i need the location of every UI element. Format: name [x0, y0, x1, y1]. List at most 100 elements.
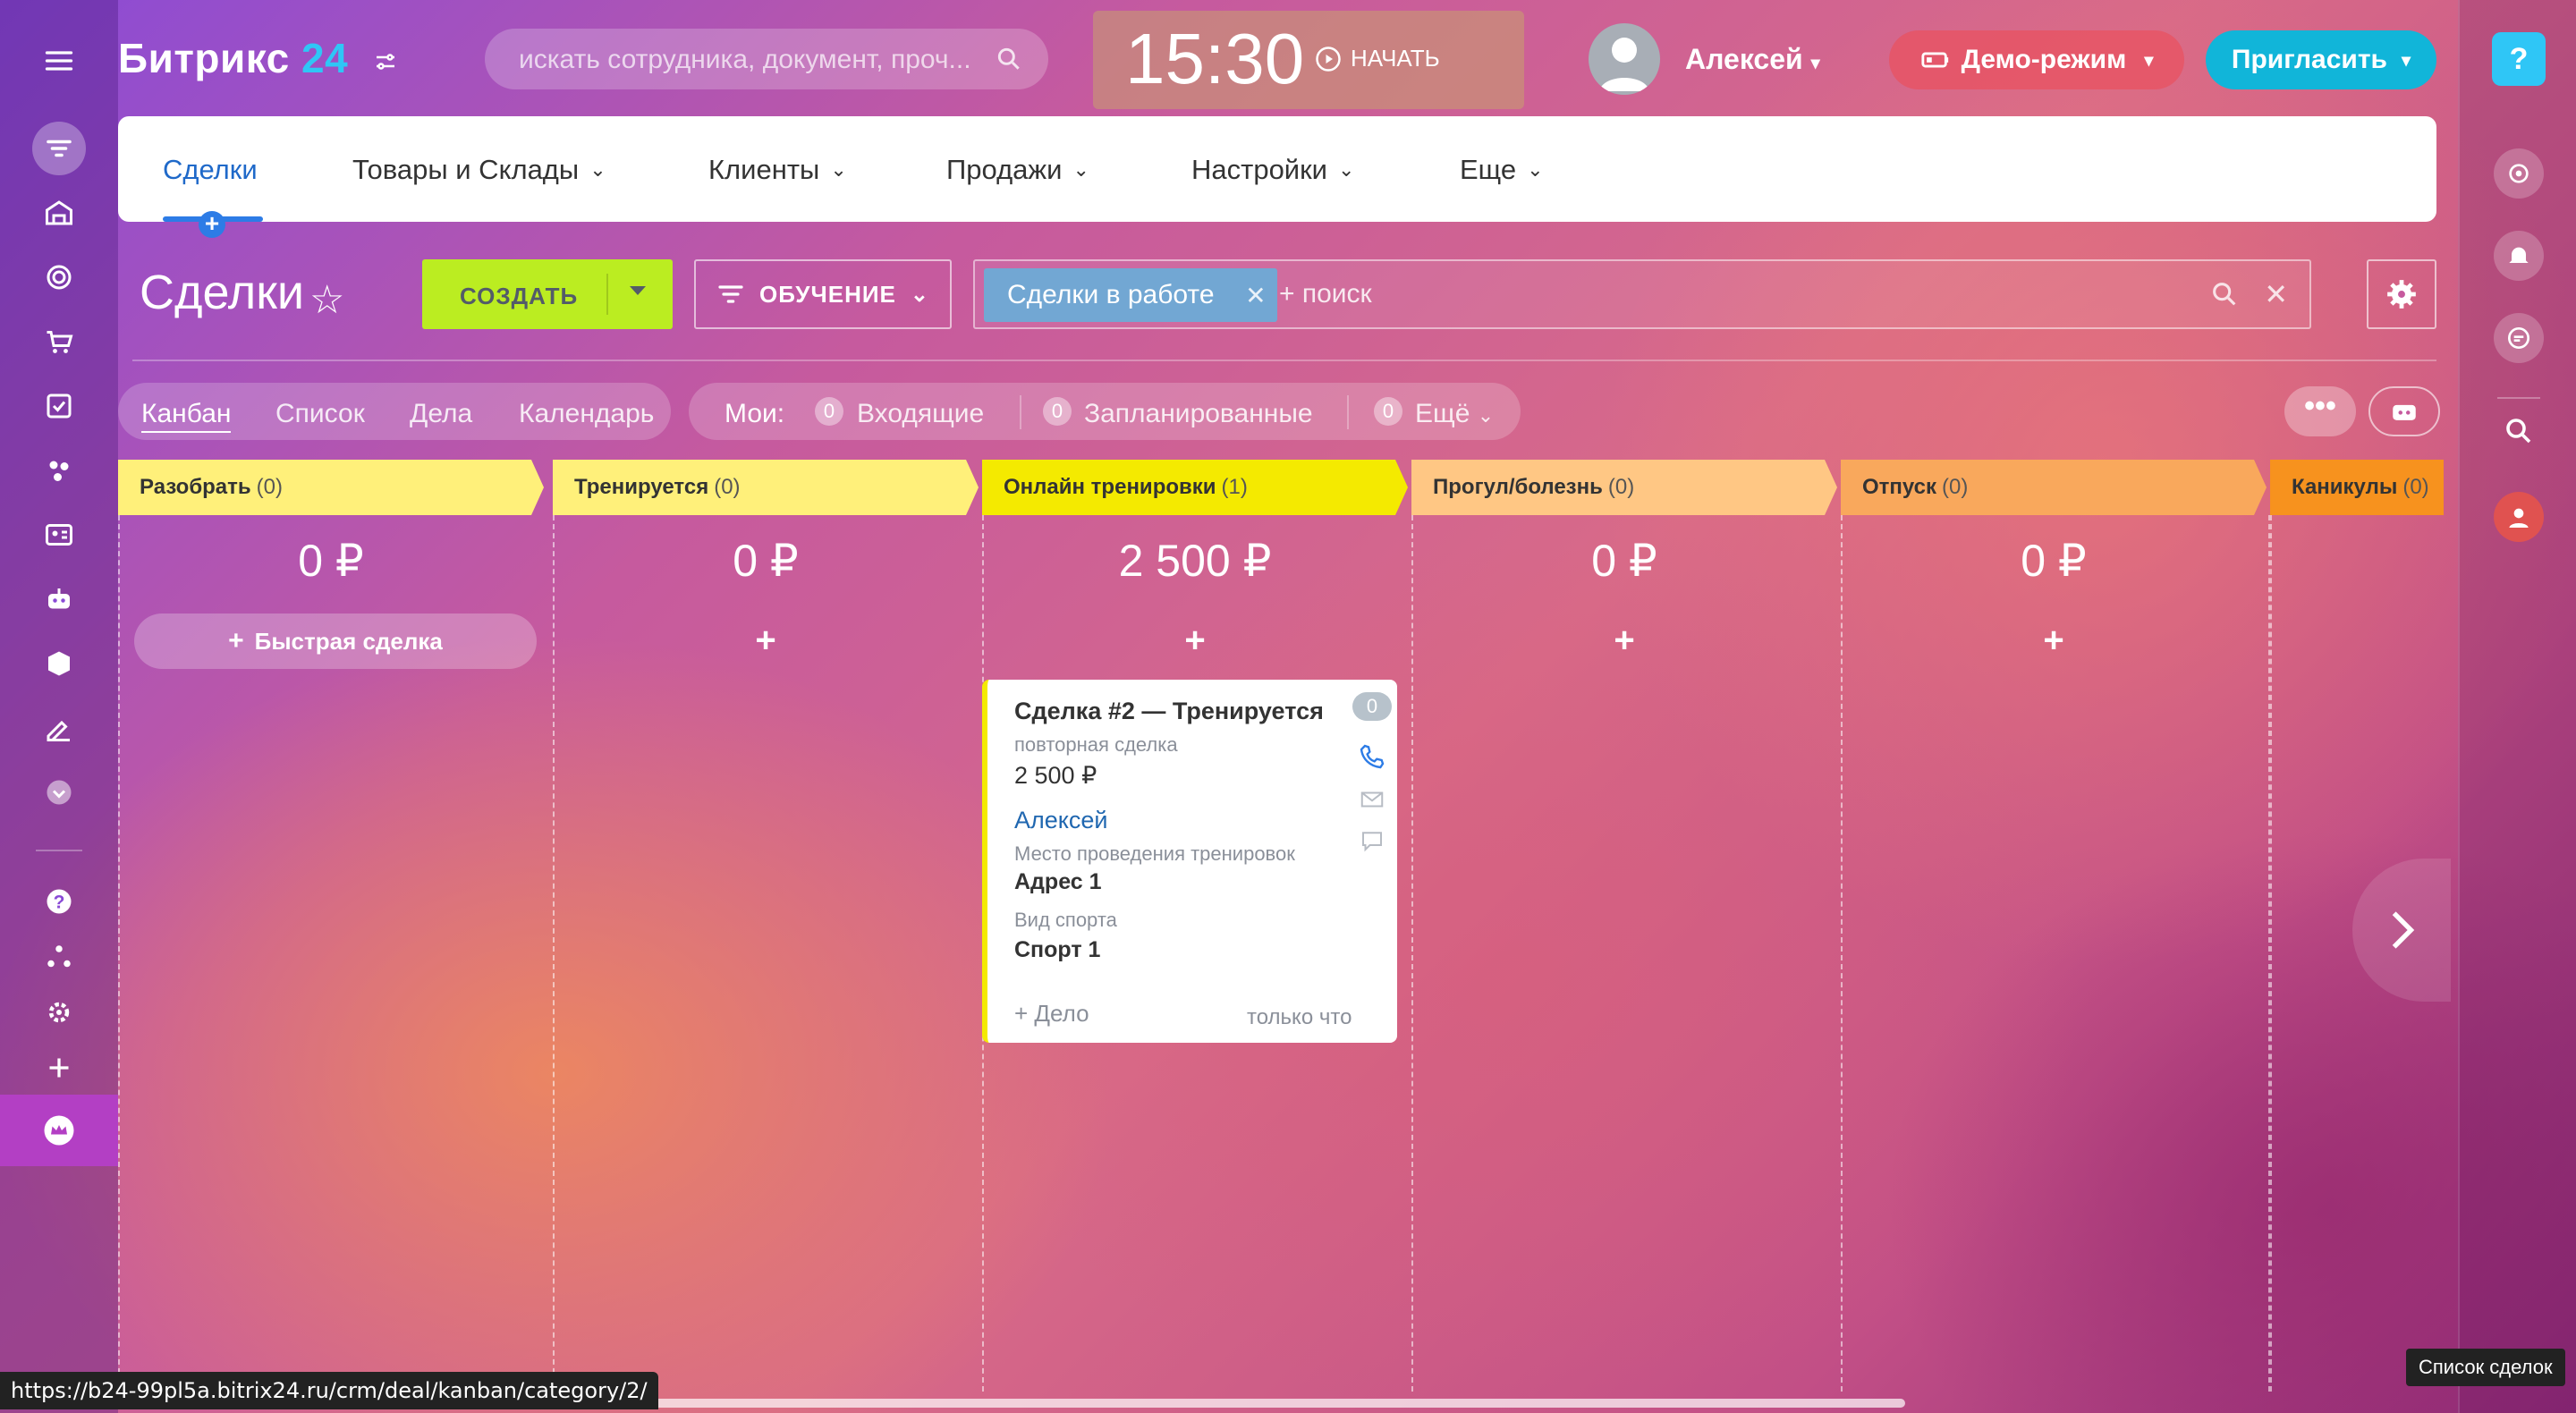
view-kanban[interactable]: Канбан — [141, 399, 232, 433]
start-workday-button[interactable]: НАЧАТЬ — [1315, 45, 1440, 72]
add-deal-button[interactable]: + — [1419, 621, 1830, 661]
more-down-icon[interactable] — [32, 766, 86, 819]
add-menu-item-button[interactable]: + — [199, 211, 225, 238]
chevron-down-icon: ⌄ — [1338, 158, 1355, 181]
deal-counter-badge: 0 — [1352, 692, 1392, 721]
menu-label: Товары и Склады — [352, 154, 580, 185]
chevron-down-icon[interactable] — [630, 286, 646, 295]
structure-icon[interactable] — [32, 930, 86, 984]
scroll-right-button[interactable] — [2352, 859, 2451, 1002]
user-avatar-icon[interactable] — [2494, 492, 2544, 542]
sync-icon[interactable] — [2494, 148, 2544, 199]
column-separator — [1411, 515, 1413, 1392]
horizontal-scrollbar[interactable] — [626, 1399, 1905, 1408]
view-calendar[interactable]: Календарь — [519, 399, 654, 429]
column-sum: 2 500 ₽ — [1118, 536, 1272, 586]
help-icon[interactable]: ? — [32, 875, 86, 928]
close-icon[interactable]: ✕ — [1245, 281, 1266, 310]
deal-contact[interactable]: Алексей — [1014, 807, 1108, 834]
box-icon[interactable] — [32, 637, 86, 690]
play-icon — [1316, 46, 1341, 72]
menu-item-products[interactable]: Товары и Склады ⌄ — [352, 154, 606, 186]
target-icon[interactable] — [32, 250, 86, 304]
counter-divider — [1020, 395, 1021, 429]
column-header[interactable]: Онлайн тренировки (1) — [982, 460, 1408, 515]
settings-button[interactable] — [2367, 259, 2436, 329]
star-icon[interactable]: ☆ — [309, 277, 344, 323]
counter-planned[interactable]: Запланированные — [1084, 399, 1313, 429]
invite-label: Пригласить — [2231, 45, 2388, 74]
more-options-button[interactable]: ••• — [2284, 386, 2356, 436]
deal-field1-label: Место проведения тренировок — [1014, 842, 1295, 865]
view-activities[interactable]: Дела — [410, 399, 472, 429]
chat-icon[interactable] — [2494, 313, 2544, 363]
add-icon[interactable] — [32, 1041, 86, 1095]
demo-mode-button[interactable]: Демо-режим ▾ — [1889, 30, 2184, 89]
contacts-icon[interactable] — [32, 508, 86, 562]
column-header[interactable]: Прогул/болезнь (0) — [1411, 460, 1837, 515]
global-search-input[interactable]: искать сотрудника, документ, проч... — [485, 29, 1048, 89]
help-button[interactable]: ? — [2492, 32, 2546, 86]
crown-icon[interactable] — [32, 1104, 86, 1157]
filter-search-input[interactable]: + поиск — [1279, 279, 1372, 309]
view-list[interactable]: Список — [275, 399, 365, 429]
filter-tag[interactable]: Сделки в работе ✕ — [984, 268, 1277, 322]
cart-icon[interactable] — [32, 315, 86, 368]
create-button[interactable]: СОЗДАТЬ — [422, 259, 673, 329]
deal-field1-value: Адрес 1 — [1014, 869, 1102, 894]
crm-funnel-icon[interactable] — [32, 122, 86, 175]
tooltip: Список сделок — [2406, 1349, 2565, 1386]
deal-time: только что — [1247, 1005, 1352, 1029]
search-icon[interactable] — [2497, 410, 2540, 453]
menu-item-more[interactable]: Еще ⌄ — [1460, 154, 1544, 186]
search-icon[interactable] — [2209, 279, 2240, 309]
search-icon — [997, 47, 1020, 70]
add-deal-button[interactable]: + — [560, 621, 971, 661]
robot-icon[interactable] — [32, 572, 86, 626]
column-separator — [2270, 515, 2272, 1392]
quick-deal-button[interactable]: + Быстрая сделка — [134, 613, 537, 669]
clear-icon[interactable]: ✕ — [2264, 277, 2288, 311]
filter-search-box[interactable]: Сделки в работе ✕ + поиск ✕ — [973, 259, 2311, 329]
menu-label: Сделки — [163, 154, 258, 185]
add-activity-link[interactable]: + Дело — [1014, 1000, 1089, 1028]
invite-button[interactable]: Пригласить ▾ — [2206, 30, 2436, 89]
bell-icon[interactable] — [2494, 231, 2544, 281]
menu-icon[interactable] — [32, 34, 86, 88]
comment-icon[interactable] — [1356, 825, 1388, 857]
menu-item-settings[interactable]: Настройки ⌄ — [1191, 154, 1354, 186]
column-header[interactable]: Каникулы (0) — [2270, 460, 2444, 515]
menu-item-sales[interactable]: Продажи ⌄ — [946, 154, 1089, 186]
menu-item-deals[interactable]: Сделки — [163, 154, 258, 186]
mail-icon[interactable] — [1356, 783, 1388, 816]
logo-settings-icon[interactable] — [372, 48, 399, 80]
column-header[interactable]: Тренируется (0) — [553, 460, 979, 515]
robots-button[interactable] — [2368, 386, 2440, 436]
svg-text:?: ? — [54, 893, 65, 913]
store-icon[interactable] — [32, 186, 86, 240]
column-count: (0) — [1607, 475, 1635, 499]
brand-logo[interactable]: Битрикс 24 — [118, 34, 348, 82]
user-name[interactable]: Алексей ▾ — [1685, 43, 1820, 76]
deal-card[interactable]: Сделка #2 — Тренируется повторная сделка… — [982, 680, 1397, 1043]
filter-tag-label: Сделки в работе — [1007, 280, 1215, 309]
training-button[interactable]: ОБУЧЕНИЕ ⌄ — [694, 259, 952, 329]
page-title: Сделки — [140, 266, 305, 319]
phone-icon[interactable] — [1356, 740, 1388, 773]
quick-deal-label: Быстрая сделка — [254, 627, 443, 655]
add-deal-button[interactable]: + — [1848, 621, 2259, 661]
settings-icon[interactable] — [32, 986, 86, 1039]
group-icon[interactable] — [32, 444, 86, 497]
tasks-icon[interactable] — [32, 379, 86, 433]
menu-item-clients[interactable]: Клиенты ⌄ — [708, 154, 847, 186]
column-header[interactable]: Отпуск (0) — [1841, 460, 2267, 515]
avatar[interactable] — [1589, 23, 1660, 95]
add-deal-button[interactable]: + — [989, 621, 1401, 661]
brand-number: 24 — [301, 35, 349, 81]
counter-more[interactable]: Ещё ⌄ — [1415, 399, 1494, 429]
deal-title[interactable]: Сделка #2 — Тренируется — [1014, 698, 1324, 725]
sign-icon[interactable] — [32, 701, 86, 755]
column-header[interactable]: Разобрать (0) — [118, 460, 544, 515]
counter-incoming[interactable]: Входящие — [857, 399, 984, 429]
menu-label: Продажи — [946, 154, 1063, 185]
